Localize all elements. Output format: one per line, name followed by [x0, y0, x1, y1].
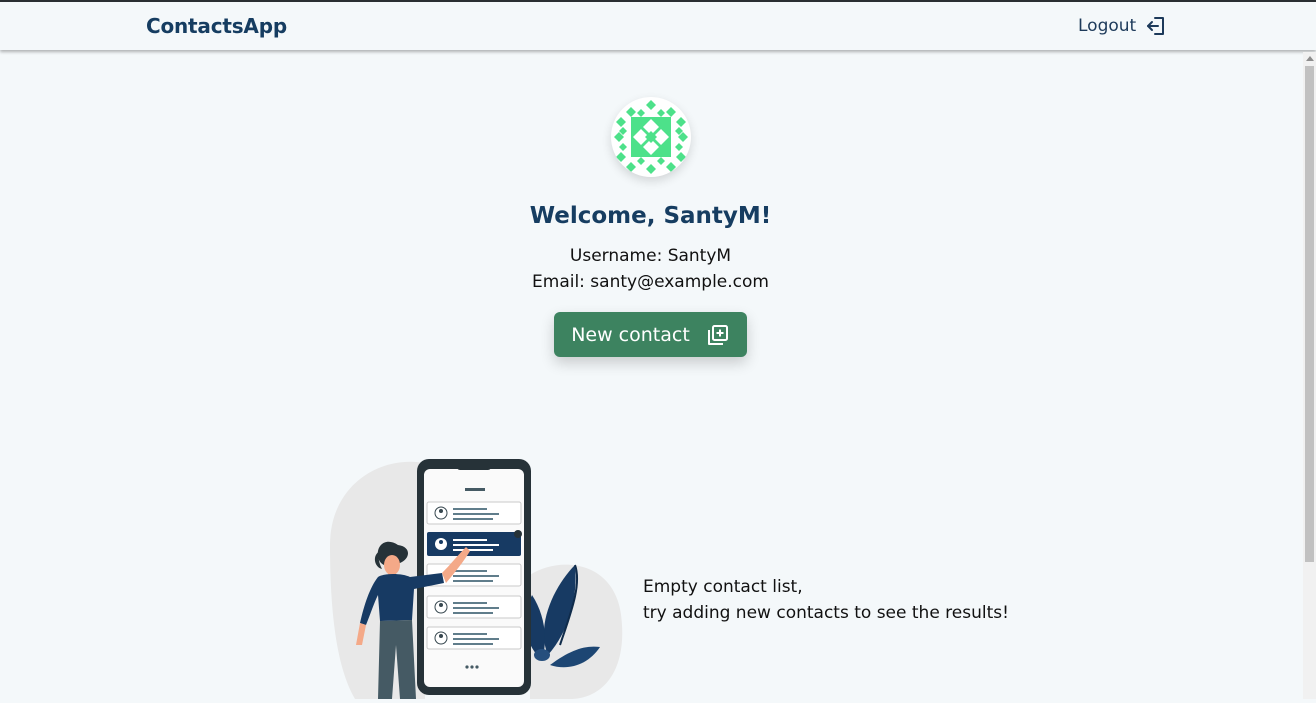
new-contact-button[interactable]: New contact: [554, 312, 747, 357]
brand-logo[interactable]: ContactsApp: [146, 14, 287, 38]
empty-state-line-1: Empty contact list,: [643, 577, 803, 597]
logout-button[interactable]: Logout: [1078, 14, 1168, 38]
scroll-up-arrow-icon[interactable]: [1306, 56, 1314, 61]
add-box-icon: [707, 324, 728, 345]
welcome-heading: Welcome, SantyM!: [529, 203, 772, 229]
logout-icon: [1147, 17, 1165, 35]
new-contact-label: New contact: [571, 323, 690, 346]
logout-label: Logout: [1078, 16, 1137, 36]
empty-state-message: Empty contact list, try adding new conta…: [643, 574, 1009, 626]
username-text: Username: SantyM: [569, 246, 732, 266]
navbar: ContactsApp Logout: [0, 2, 1316, 50]
empty-list-illustration: [320, 455, 630, 699]
scrollbar-thumb[interactable]: [1305, 66, 1314, 562]
avatar: [611, 97, 691, 177]
empty-state-line-2: try adding new contacts to see the resul…: [643, 603, 1009, 623]
email-text: Email: santy@example.com: [532, 272, 769, 292]
identicon-pattern: [614, 100, 688, 174]
vertical-scrollbar[interactable]: [1303, 52, 1316, 699]
